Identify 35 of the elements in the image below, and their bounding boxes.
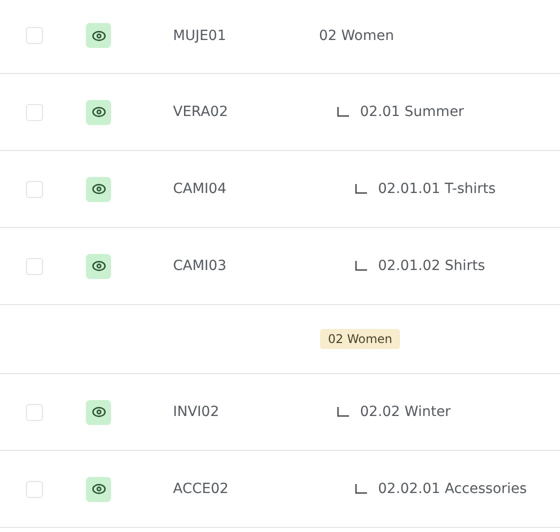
checkbox[interactable] (26, 404, 43, 420)
checkbox[interactable] (26, 104, 43, 120)
category-name: 02.01 Summer (360, 104, 464, 120)
view-button[interactable] (86, 254, 111, 278)
view-button[interactable] (86, 23, 111, 48)
category-code: CAMI04 (173, 181, 228, 197)
checkbox[interactable] (26, 480, 43, 498)
child-indicator-icon (355, 261, 367, 271)
eye-icon (90, 258, 106, 274)
group-tag: 02 Women (320, 329, 400, 349)
category-name: 02.02 Winter (360, 404, 451, 420)
child-indicator-icon (337, 407, 349, 417)
category-code: ACCE02 (173, 481, 230, 497)
child-indicator-icon (337, 107, 349, 117)
view-button[interactable] (86, 100, 111, 124)
category-name: 02.01.02 Shirts (378, 258, 485, 274)
category-code: INVI02 (173, 404, 220, 420)
child-indicator-icon (355, 484, 367, 494)
eye-icon (90, 104, 106, 120)
category-code: VERA02 (173, 104, 229, 120)
category-code: CAMI03 (173, 258, 228, 274)
category-code: MUJE01 (173, 28, 228, 44)
view-button[interactable] (86, 400, 111, 424)
checkbox[interactable] (26, 27, 43, 44)
view-button[interactable] (86, 176, 111, 202)
eye-icon (90, 481, 106, 497)
checkbox[interactable] (26, 180, 43, 198)
category-name: 02.01.01 T-shirts (378, 181, 496, 197)
category-name: 02 Women (319, 28, 394, 44)
child-indicator-icon (355, 184, 367, 194)
checkbox[interactable] (26, 258, 43, 274)
eye-icon (90, 181, 106, 197)
category-name: 02.02.01 Accessories (378, 481, 527, 497)
eye-icon (90, 404, 106, 420)
view-button[interactable] (86, 476, 111, 502)
